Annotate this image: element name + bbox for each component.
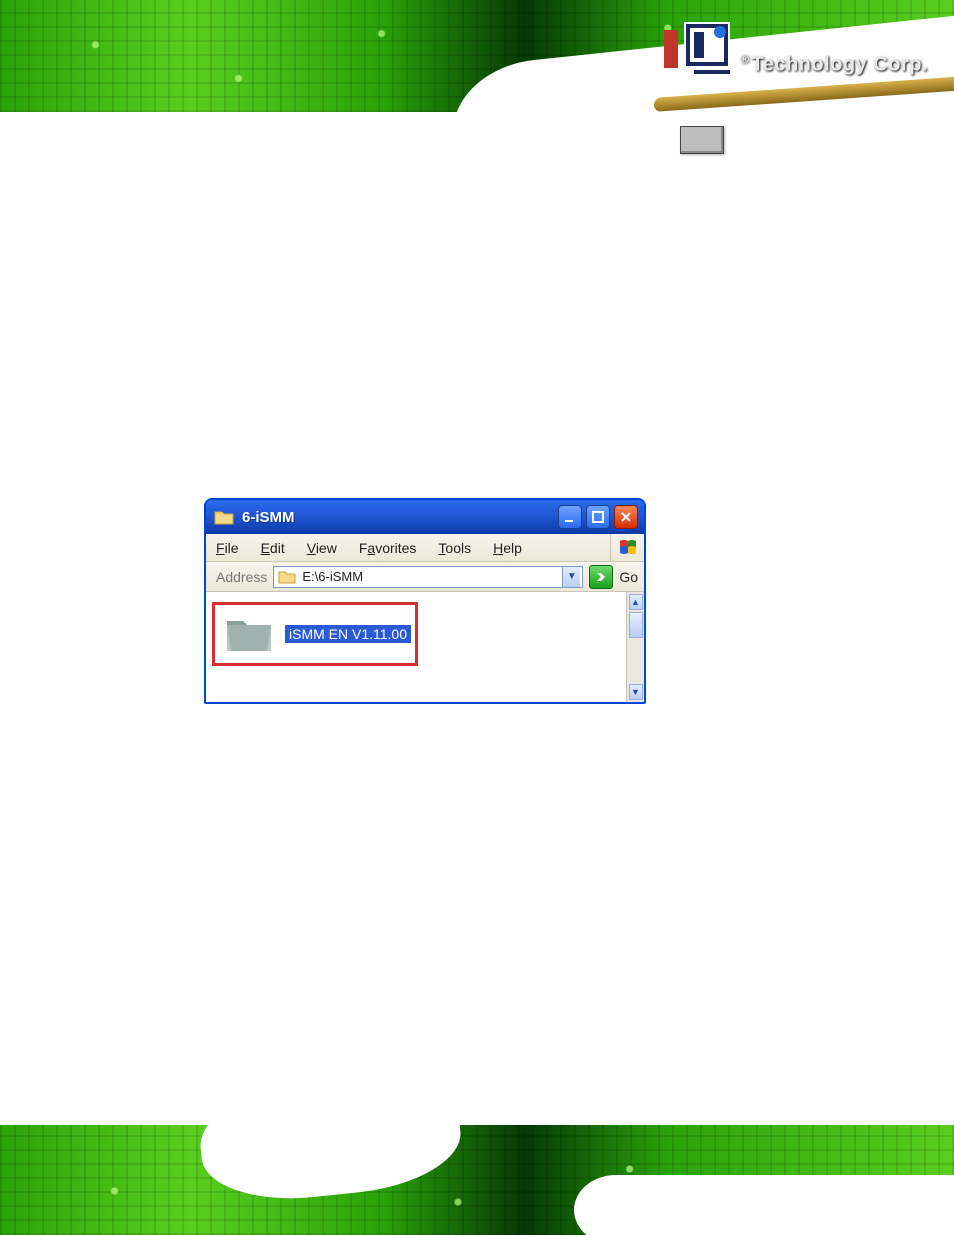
- menu-file[interactable]: File: [216, 540, 239, 556]
- menubar: File Edit View Favorites Tools Help: [206, 534, 644, 562]
- selected-folder-label: iSMM EN V1.11.00: [285, 625, 411, 643]
- address-bar: Address E:\6-iSMM ▼ Go: [206, 562, 644, 592]
- address-dropdown-icon[interactable]: ▼: [562, 567, 580, 587]
- vertical-scrollbar[interactable]: ▲ ▼: [626, 592, 644, 702]
- footer-swoosh-right: [574, 1175, 954, 1235]
- menu-help[interactable]: Help: [493, 540, 522, 556]
- address-path: E:\6-iSMM: [302, 569, 556, 584]
- scroll-thumb[interactable]: [629, 612, 643, 638]
- window-title: 6-iSMM: [242, 509, 558, 526]
- file-area[interactable]: iSMM EN V1.11.00: [206, 592, 626, 702]
- folder-icon: [225, 613, 273, 655]
- go-label: Go: [619, 569, 638, 585]
- brand-text: ®Technology Corp.: [740, 52, 928, 77]
- header-chip-graphic: [680, 126, 724, 154]
- page-footer-banner: [0, 1125, 954, 1235]
- scroll-down-icon[interactable]: ▼: [629, 684, 643, 700]
- folder-icon: [278, 569, 296, 585]
- menu-view[interactable]: View: [307, 540, 337, 556]
- menu-tools[interactable]: Tools: [438, 540, 471, 556]
- registered-mark: ®: [740, 52, 749, 66]
- address-input[interactable]: E:\6-iSMM ▼: [273, 566, 583, 588]
- windows-flag-icon: [610, 534, 644, 562]
- explorer-window: 6-iSMM File Edit View Favorites Tools He…: [204, 498, 646, 704]
- folder-icon: [214, 508, 234, 526]
- minimize-button[interactable]: [558, 505, 582, 529]
- scroll-up-icon[interactable]: ▲: [629, 594, 643, 610]
- go-button[interactable]: [589, 565, 613, 589]
- window-buttons: [558, 505, 638, 529]
- brand-company-name: Technology Corp.: [751, 54, 928, 76]
- close-button[interactable]: [614, 505, 638, 529]
- footer-swoosh-left: [194, 1125, 465, 1208]
- menu-edit[interactable]: Edit: [261, 540, 285, 556]
- titlebar[interactable]: 6-iSMM: [206, 500, 644, 534]
- address-label: Address: [216, 569, 267, 585]
- menu-favorites[interactable]: Favorites: [359, 540, 417, 556]
- brand-logo: [664, 22, 734, 76]
- page-header-banner: ®Technology Corp.: [0, 0, 954, 112]
- highlighted-folder-item[interactable]: iSMM EN V1.11.00: [212, 602, 418, 666]
- explorer-body: iSMM EN V1.11.00 ▲ ▼: [206, 592, 644, 702]
- maximize-button[interactable]: [586, 505, 610, 529]
